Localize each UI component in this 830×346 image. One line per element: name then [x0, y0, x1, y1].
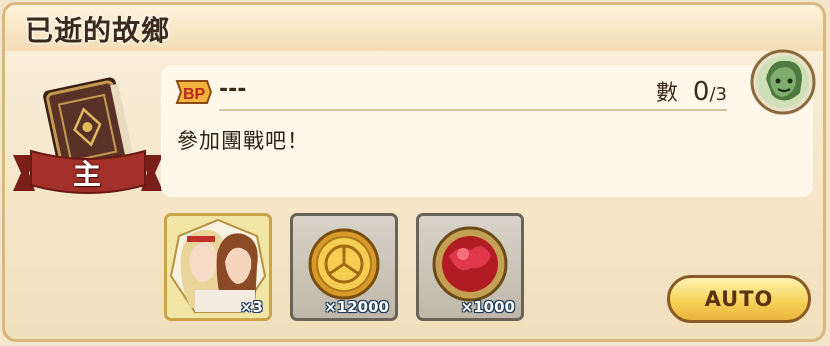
quest-panel: 已逝的故鄉 主 BP --- 數 0/3 參加團戰吧！ ×3 ×12000 ×1…	[2, 2, 826, 342]
quest-title: 已逝的故鄉	[25, 14, 171, 47]
count-max: /3	[709, 84, 727, 105]
main-quest-book-icon: 主	[13, 75, 163, 200]
attempt-count: 數 0/3	[656, 75, 727, 107]
count-current: 0	[692, 77, 710, 107]
quest-description: 參加團戰吧！	[177, 129, 309, 153]
reward-quantity: ×3	[239, 298, 263, 316]
count-label: 數	[655, 81, 678, 106]
svg-text:BP: BP	[183, 86, 206, 103]
reward-gold-coin[interactable]: ×12000	[290, 213, 398, 321]
reward-red-orb[interactable]: ×1000	[416, 213, 524, 321]
main-badge-label: 主	[73, 158, 102, 191]
green-character-icon	[750, 49, 816, 115]
title-bar: 已逝的故鄉	[5, 5, 823, 51]
bp-icon: BP	[175, 80, 213, 104]
reward-quantity: ×1000	[460, 298, 515, 316]
reward-quantity: ×12000	[324, 298, 389, 316]
bp-value: ---	[219, 77, 247, 102]
divider	[219, 109, 727, 111]
quest-info-box: BP --- 數 0/3 參加團戰吧！	[161, 65, 813, 197]
reward-characters[interactable]: ×3	[164, 213, 272, 321]
auto-button[interactable]: AUTO	[667, 275, 811, 323]
